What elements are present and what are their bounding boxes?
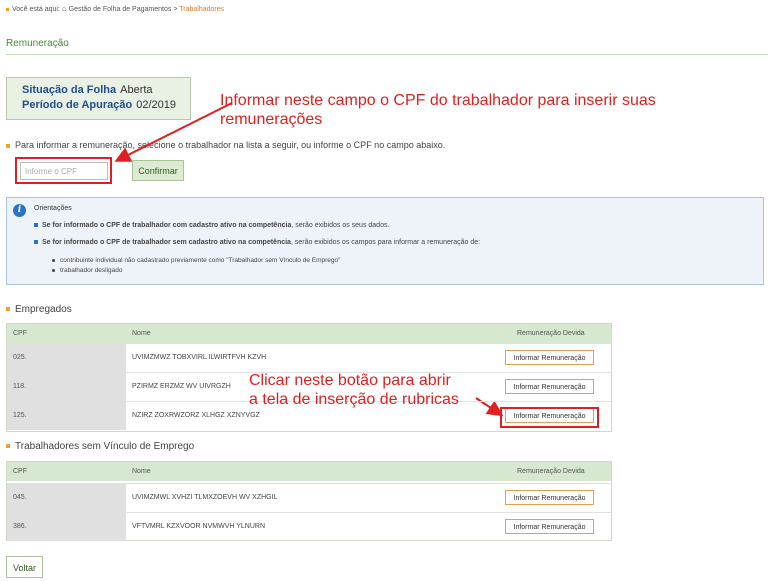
orientacoes-item2-rest: , serão exibidos os campos para informar…: [290, 239, 481, 246]
informar-remuneracao-button[interactable]: Informar Remuneração: [505, 379, 594, 394]
annotation-button-line2: a tela de inserção de rubricas: [249, 391, 459, 408]
bullet-icon: [6, 444, 10, 449]
sem-vinculo-title-label: Trabalhadores sem Vínculo de Emprego: [15, 441, 195, 452]
orientacoes-item: Se for informado o CPF de trabalhador se…: [34, 239, 480, 246]
informar-remuneracao-button[interactable]: Informar Remuneração: [505, 350, 594, 365]
dot-bullet-icon: [52, 268, 55, 272]
sem-vinculo-table: CPF Nome Remuneração Devida 045. UVIMZMW…: [6, 461, 612, 541]
orientacoes-subitem: contribuinte individual não cadastrado p…: [52, 257, 340, 264]
square-bullet-icon: [34, 240, 38, 245]
cpf-cell: 025.: [13, 354, 27, 361]
header-cpf: CPF: [13, 330, 27, 337]
name-cell: UVIMZMWZ TOBXVIRL ILWIRTFVH KZVH: [132, 354, 267, 361]
cpf-cell: 125.: [13, 412, 27, 419]
header-nome: Nome: [132, 468, 151, 475]
name-cell: VFTVMRL KZXVOOR NVMWVH YLNURN: [132, 523, 266, 530]
header-cpf: CPF: [13, 468, 27, 475]
orientacoes-sub2: trabalhador desligado: [60, 267, 123, 274]
table-header: CPF Nome Remuneração Devida: [7, 324, 611, 343]
orientacoes-item1-bold: Se for informado o CPF de trabalhador co…: [42, 222, 292, 229]
informar-remuneracao-button[interactable]: Informar Remuneração: [505, 490, 594, 505]
table-row: 045. UVIMZMWL XVHZI TLMXZOEVH WV XZHGIL …: [7, 483, 611, 512]
table-header: CPF Nome Remuneração Devida: [7, 462, 611, 481]
bullet-icon: [6, 307, 10, 312]
empregados-title: Empregados: [6, 304, 72, 315]
sem-vinculo-title: Trabalhadores sem Vínculo de Emprego: [6, 441, 194, 452]
header-rem: Remuneração Devida: [517, 330, 585, 337]
cpf-cell: 386.: [13, 523, 27, 530]
orientacoes-item2-bold: Se for informado o CPF de trabalhador se…: [42, 239, 291, 246]
annotation-button-line1: Clicar neste botão para abrir: [249, 372, 451, 389]
table-row: 386. VFTVMRL KZXVOOR NVMWVH YLNURN Infor…: [7, 512, 611, 541]
cpf-cell: 045.: [13, 494, 27, 501]
header-rem: Remuneração Devida: [517, 468, 585, 475]
name-cell: PZIRMZ ERZMZ WV UIVRGZH: [132, 383, 231, 390]
name-cell: NZIRZ ZOXRWZORZ XLHGZ XZNYVGZ: [132, 412, 260, 419]
orientacoes-sub1: contribuinte individual não cadastrado p…: [60, 257, 341, 264]
square-bullet-icon: [34, 223, 38, 228]
empregados-title-label: Empregados: [15, 304, 72, 315]
cpf-cell: 118.: [13, 383, 27, 390]
orientacoes-item1-rest: , serão exibidos os seus dados.: [291, 222, 390, 229]
orientacoes-title: Orientações: [34, 205, 72, 212]
name-cell: UVIMZMWL XVHZI TLMXZOEVH WV XZHGIL: [132, 494, 278, 501]
highlight-remuneracao-button: [500, 407, 599, 428]
orientacoes-subitem: trabalhador desligado: [52, 267, 123, 274]
header-nome: Nome: [132, 330, 151, 337]
informar-remuneracao-button[interactable]: Informar Remuneração: [505, 519, 594, 534]
table-row: 025. UVIMZMWZ TOBXVIRL ILWIRTFVH KZVH In…: [7, 343, 611, 372]
arrow-to-cpf: [114, 102, 233, 162]
dot-bullet-icon: [52, 258, 55, 262]
info-icon: i: [13, 204, 26, 217]
orientacoes-item: Se for informado o CPF de trabalhador co…: [34, 222, 389, 229]
back-button[interactable]: Voltar: [6, 556, 43, 578]
